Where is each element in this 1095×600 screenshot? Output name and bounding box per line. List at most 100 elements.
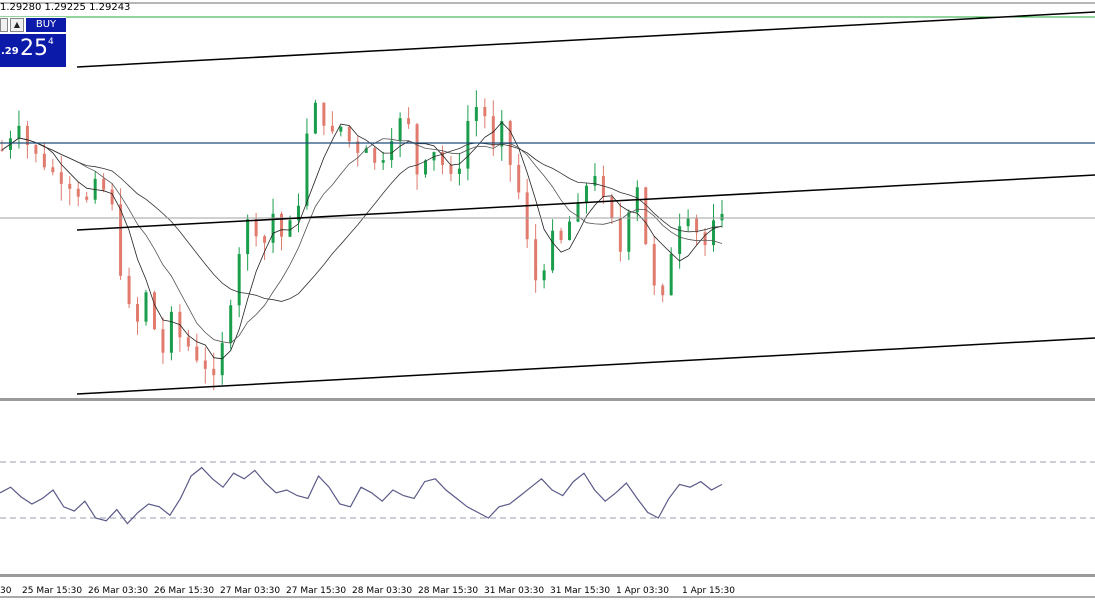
candle xyxy=(483,107,487,117)
candle xyxy=(720,213,724,221)
candle xyxy=(119,204,123,276)
time-axis-label: 31 Mar 15:30 xyxy=(550,586,611,596)
time-axis-label: 28 Mar 03:30 xyxy=(352,586,413,596)
buy-price-button[interactable]: .29 25 4 xyxy=(0,34,66,67)
candle xyxy=(568,221,572,241)
oscillator-line xyxy=(0,466,723,525)
time-axis-label: 31 Mar 03:30 xyxy=(484,586,545,596)
candle xyxy=(186,337,190,347)
buy-price-main: 25 xyxy=(20,36,48,61)
time-axis-label: 27 Mar 15:30 xyxy=(286,586,347,596)
candle xyxy=(59,172,63,184)
candle xyxy=(76,188,80,197)
candle xyxy=(390,141,394,161)
price-chart[interactable] xyxy=(0,0,1095,600)
candle xyxy=(305,133,309,206)
ohlc-readout: 1.29280 1.29225 1.29243 xyxy=(0,2,131,13)
candle xyxy=(525,192,529,240)
time-axis-label: 30 xyxy=(0,586,12,596)
chevron-up-icon[interactable]: ▲ xyxy=(10,18,24,32)
buy-price-prefix: .29 xyxy=(1,46,19,57)
buy-price-pip: 4 xyxy=(48,37,54,47)
candle xyxy=(576,202,580,222)
oscillator-layer xyxy=(0,461,1095,525)
candle xyxy=(203,360,207,369)
candle xyxy=(424,160,428,175)
candle xyxy=(415,124,419,175)
candle xyxy=(347,126,351,142)
candle xyxy=(17,125,21,139)
time-axis-label: 28 Mar 15:30 xyxy=(418,586,479,596)
one-click-trading-panel: ▲ BUY .29 25 4 xyxy=(0,17,66,67)
candle xyxy=(246,219,250,255)
candle xyxy=(161,329,165,353)
candle xyxy=(695,218,699,233)
candle xyxy=(534,239,538,281)
candle xyxy=(229,305,233,344)
time-axis-label: 1 Apr 15:30 xyxy=(682,586,735,596)
candle xyxy=(559,230,563,241)
candle xyxy=(237,254,241,306)
candle xyxy=(398,118,402,142)
moving-average-line xyxy=(1,137,723,302)
channel-upper-line xyxy=(76,11,1095,68)
moving-average-line xyxy=(1,137,723,344)
candle xyxy=(457,168,461,174)
candle xyxy=(610,197,614,219)
candle xyxy=(152,292,156,330)
trade-panel-toolbar: ▲ BUY xyxy=(0,17,66,33)
candle xyxy=(85,196,89,200)
candle xyxy=(652,244,656,286)
candle xyxy=(0,149,4,151)
candle xyxy=(212,368,216,376)
time-axis-label: 1 Apr 03:30 xyxy=(616,586,669,596)
candle xyxy=(661,285,665,296)
candle xyxy=(169,311,173,353)
candle xyxy=(25,125,29,146)
candle xyxy=(68,183,72,189)
candles-layer xyxy=(0,90,724,391)
time-axis-label: 26 Mar 15:30 xyxy=(154,586,215,596)
candle xyxy=(195,346,199,361)
candle xyxy=(144,292,148,322)
candle xyxy=(330,125,334,132)
time-axis-label: 26 Mar 03:30 xyxy=(88,586,149,596)
time-axis-label: 27 Mar 03:30 xyxy=(220,586,281,596)
time-axis-label: 25 Mar 15:30 xyxy=(22,586,83,596)
channel-lower-line xyxy=(76,337,1095,395)
candle xyxy=(373,148,377,163)
candle xyxy=(51,167,55,173)
candle xyxy=(584,185,588,203)
candle xyxy=(449,164,453,174)
candle xyxy=(618,218,622,252)
candle xyxy=(686,218,690,227)
candle xyxy=(322,102,326,126)
candle xyxy=(254,219,258,237)
candle xyxy=(669,253,673,296)
candle xyxy=(110,189,114,205)
candle xyxy=(381,160,385,163)
candle xyxy=(288,220,292,237)
candle xyxy=(542,270,546,281)
candle xyxy=(34,145,38,154)
panel-separator xyxy=(0,398,1095,401)
candle xyxy=(551,230,555,271)
candle xyxy=(136,304,140,322)
candle xyxy=(102,178,106,190)
candle xyxy=(263,236,267,243)
volume-dropdown[interactable] xyxy=(0,18,8,32)
chart-window[interactable]: 1.29280 1.29225 1.29243 ▲ BUY .29 25 4 3… xyxy=(0,0,1095,600)
candle xyxy=(407,118,411,125)
candle xyxy=(313,102,317,134)
candle xyxy=(42,153,46,168)
candle xyxy=(517,164,521,193)
moving-average-line xyxy=(1,121,723,360)
candle xyxy=(339,126,343,132)
candle xyxy=(280,213,284,237)
moving-averages-layer xyxy=(1,121,723,360)
candle xyxy=(127,275,131,305)
candle xyxy=(644,187,648,245)
candle xyxy=(474,107,478,121)
panel-separator xyxy=(0,574,1095,577)
buy-button-label[interactable]: BUY xyxy=(26,18,66,32)
